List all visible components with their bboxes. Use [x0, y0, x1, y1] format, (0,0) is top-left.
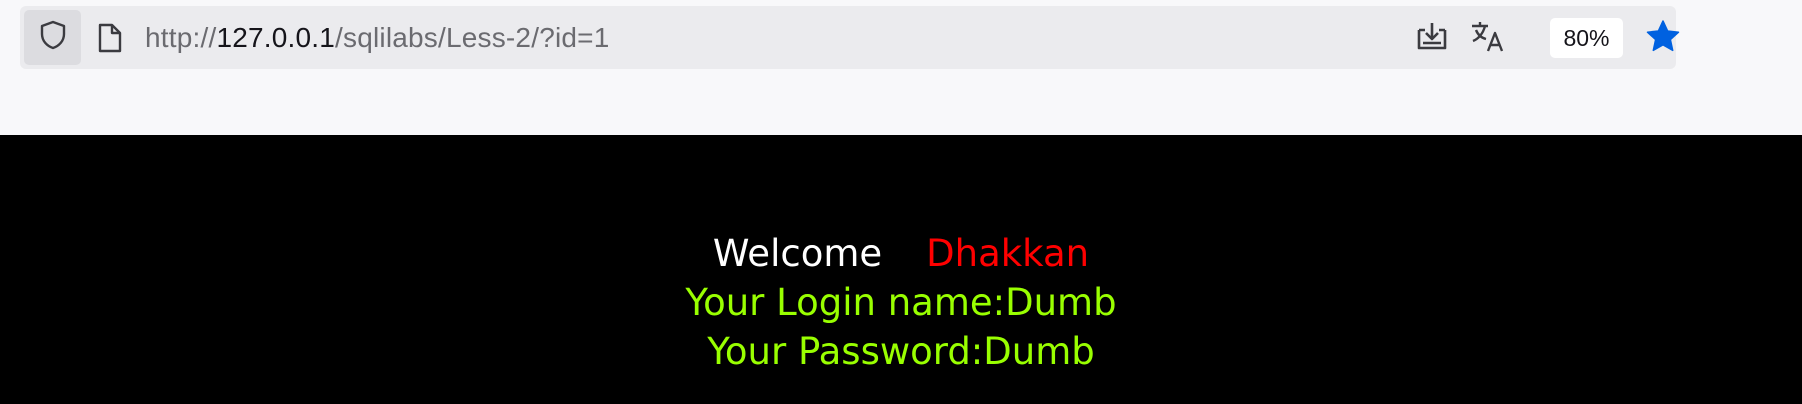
url-path: /sqlilabs/Less-2/?id=1	[335, 22, 610, 53]
welcome-text: Welcome	[712, 232, 883, 275]
url-host: 127.0.0.1	[216, 22, 336, 53]
download-button[interactable]	[1411, 17, 1453, 59]
page-icon[interactable]	[92, 20, 128, 56]
bookmark-button[interactable]	[1642, 17, 1684, 59]
browser-toolbar: http://127.0.0.1/sqlilabs/Less-2/?id=1 8…	[0, 0, 1802, 135]
download-icon	[1415, 20, 1449, 57]
star-icon	[1645, 19, 1681, 58]
url-text[interactable]: http://127.0.0.1/sqlilabs/Less-2/?id=1	[145, 6, 609, 69]
zoom-level-button[interactable]: 80%	[1550, 18, 1623, 58]
tracking-protection-button[interactable]	[24, 10, 81, 65]
login-name-line: Your Login name:Dumb	[685, 281, 1117, 324]
welcome-line: Welcome Dhakkan	[0, 232, 1802, 275]
password-line: Your Password:Dumb	[707, 330, 1095, 373]
url-prefix: http://	[145, 22, 217, 53]
shield-icon	[38, 19, 68, 56]
translate-icon	[1470, 19, 1506, 58]
translate-button[interactable]	[1467, 17, 1509, 59]
url-bar[interactable]: http://127.0.0.1/sqlilabs/Less-2/?id=1 8…	[20, 6, 1680, 69]
page-content: Welcome Dhakkan Your Login name:Dumb Your…	[0, 135, 1802, 404]
user-name: Dhakkan	[926, 232, 1090, 275]
